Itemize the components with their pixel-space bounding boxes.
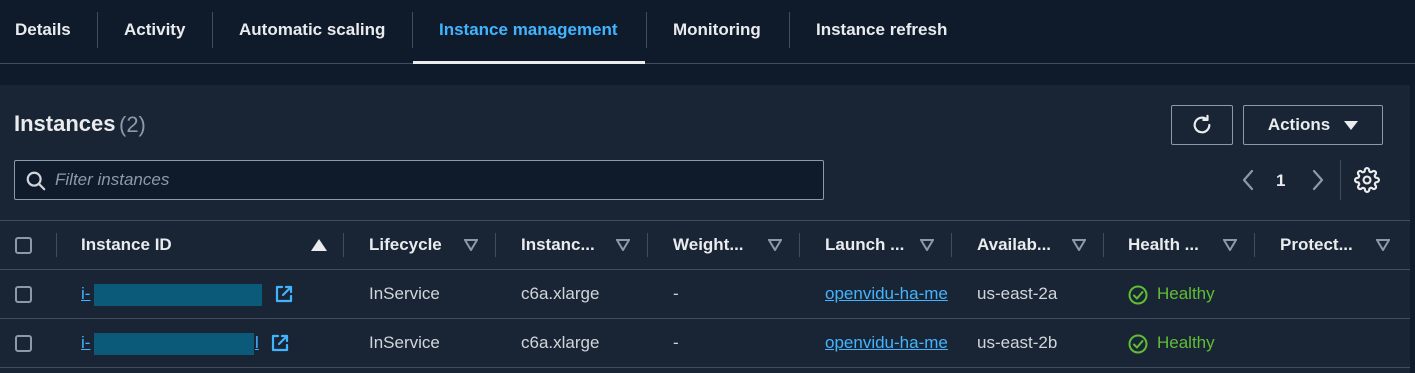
- table-header: Instance ID Lifecycle Instanc... Weight.…: [0, 220, 1410, 270]
- active-tab-indicator: [413, 61, 645, 64]
- tab-bar: Details Activity Automatic scaling Insta…: [0, 0, 1415, 64]
- filter-instances-field[interactable]: [14, 160, 824, 200]
- availability-zone-cell: us-east-2a: [977, 284, 1058, 303]
- refresh-button[interactable]: [1171, 105, 1233, 145]
- table-row: i- InService c6a.xlarge - openvidu-ha-me…: [0, 270, 1410, 319]
- lifecycle-cell: InService: [369, 284, 440, 303]
- tab-activity[interactable]: Activity: [124, 0, 185, 64]
- tab-divider: [212, 12, 213, 48]
- refresh-icon: [1193, 114, 1211, 134]
- instance-id-text: i-: [81, 284, 91, 303]
- column-divider: [951, 233, 952, 257]
- column-divider: [56, 233, 57, 257]
- row-checkbox[interactable]: [15, 286, 32, 303]
- actions-button[interactable]: Actions: [1243, 105, 1383, 145]
- instance-type-cell: c6a.xlarge: [521, 284, 600, 303]
- gear-icon[interactable]: [1354, 167, 1380, 193]
- column-header-health[interactable]: Health ...: [1128, 221, 1220, 269]
- tab-divider: [97, 12, 98, 48]
- lifecycle-cell: InService: [369, 333, 440, 352]
- sort-icon[interactable]: [920, 239, 934, 251]
- tab-instance-management[interactable]: Instance management: [439, 0, 618, 64]
- toolbar-divider: [1340, 160, 1341, 200]
- column-divider: [1254, 233, 1255, 257]
- caret-down-icon: [1344, 120, 1359, 130]
- sort-icon[interactable]: [616, 239, 630, 251]
- instances-title: Instances: [14, 111, 116, 136]
- protection-cell: [1280, 270, 1400, 318]
- row-checkbox[interactable]: [15, 335, 32, 352]
- tab-monitoring[interactable]: Monitoring: [673, 0, 761, 64]
- sort-icon[interactable]: [1072, 239, 1086, 251]
- sort-icon[interactable]: [1376, 239, 1390, 251]
- column-header-launch-template[interactable]: Launch ...: [825, 221, 917, 269]
- check-circle-icon: [1128, 334, 1148, 354]
- column-divider: [799, 233, 800, 257]
- column-header-instance-type[interactable]: Instanc...: [521, 221, 613, 269]
- health-status: Healthy: [1157, 284, 1215, 303]
- chevron-right-icon[interactable]: [1308, 168, 1328, 192]
- weight-cell: -: [673, 333, 679, 352]
- page-scrollbar-track: [1410, 64, 1415, 373]
- column-header-instance-id[interactable]: Instance ID: [81, 221, 301, 269]
- table-row: i- l InService c6a.xlarge - openvidu-ha-…: [0, 319, 1410, 368]
- current-page[interactable]: 1: [1276, 171, 1285, 191]
- search-icon: [26, 171, 46, 191]
- search-input[interactable]: [55, 161, 815, 199]
- actions-label: Actions: [1267, 115, 1331, 134]
- sort-ascending-icon[interactable]: [311, 239, 327, 251]
- column-divider: [1103, 233, 1104, 257]
- sort-icon[interactable]: [768, 239, 782, 251]
- column-divider: [495, 233, 496, 257]
- column-header-weight[interactable]: Weight...: [673, 221, 765, 269]
- instance-id-tail: l: [255, 333, 259, 352]
- column-header-availability-zone[interactable]: Availab...: [977, 221, 1069, 269]
- select-all-checkbox[interactable]: [15, 237, 32, 254]
- column-header-lifecycle[interactable]: Lifecycle: [369, 221, 459, 269]
- tab-details[interactable]: Details: [15, 0, 71, 64]
- redacted-id-mask: [94, 284, 262, 306]
- sort-icon[interactable]: [1223, 239, 1237, 251]
- external-link-icon[interactable]: [274, 284, 294, 304]
- health-status: Healthy: [1157, 333, 1215, 352]
- sort-icon[interactable]: [464, 239, 478, 251]
- tab-instance-refresh[interactable]: Instance refresh: [816, 0, 947, 64]
- instance-type-cell: c6a.xlarge: [521, 333, 600, 352]
- launch-template-link[interactable]: openvidu-ha-me: [825, 319, 951, 367]
- protection-cell: [1280, 319, 1400, 367]
- external-link-icon[interactable]: [270, 333, 290, 353]
- launch-template-link[interactable]: openvidu-ha-me: [825, 270, 951, 318]
- column-divider: [343, 233, 344, 257]
- tab-divider: [789, 12, 790, 48]
- column-divider: [647, 233, 648, 257]
- column-header-protection[interactable]: Protect...: [1280, 221, 1372, 269]
- availability-zone-cell: us-east-2b: [977, 333, 1058, 352]
- redacted-id-mask: [94, 333, 254, 355]
- tab-divider: [646, 12, 647, 48]
- tab-divider: [412, 12, 413, 48]
- tab-automatic-scaling[interactable]: Automatic scaling: [239, 0, 385, 64]
- check-circle-icon: [1128, 285, 1148, 305]
- instance-id-text: i-: [81, 333, 91, 352]
- instances-count: (2): [119, 112, 146, 137]
- weight-cell: -: [673, 284, 679, 303]
- chevron-left-icon[interactable]: [1238, 168, 1258, 192]
